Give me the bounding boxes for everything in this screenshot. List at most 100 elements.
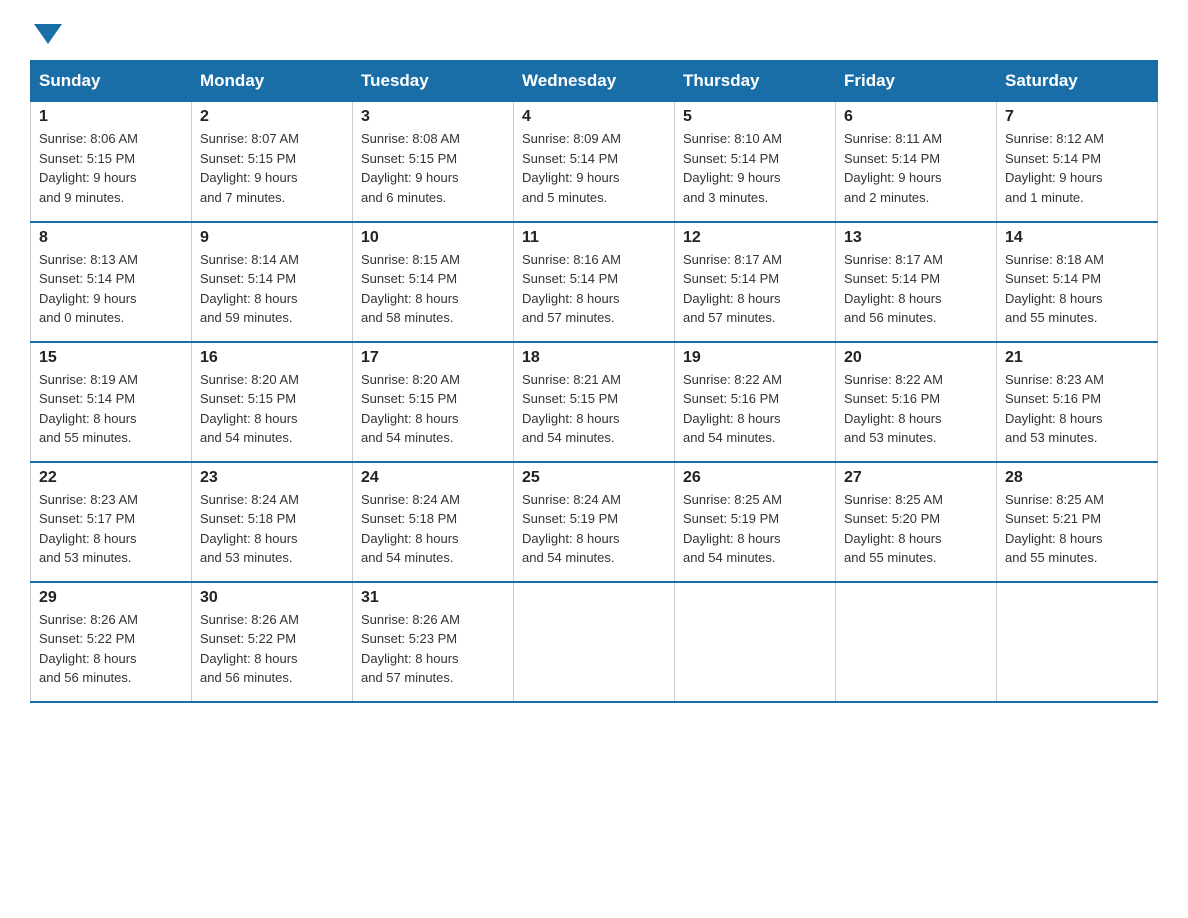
day-number: 9	[200, 229, 344, 247]
day-info: Sunrise: 8:20 AMSunset: 5:15 PMDaylight:…	[200, 370, 344, 448]
calendar-table: SundayMondayTuesdayWednesdayThursdayFrid…	[30, 60, 1158, 703]
calendar-cell: 26 Sunrise: 8:25 AMSunset: 5:19 PMDaylig…	[675, 462, 836, 582]
day-number: 17	[361, 349, 505, 367]
calendar-cell: 21 Sunrise: 8:23 AMSunset: 5:16 PMDaylig…	[997, 342, 1158, 462]
day-number: 1	[39, 108, 183, 126]
header-cell-sunday: Sunday	[31, 61, 192, 102]
day-info: Sunrise: 8:26 AMSunset: 5:23 PMDaylight:…	[361, 610, 505, 688]
day-info: Sunrise: 8:24 AMSunset: 5:19 PMDaylight:…	[522, 490, 666, 568]
day-number: 29	[39, 589, 183, 607]
calendar-cell: 4 Sunrise: 8:09 AMSunset: 5:14 PMDayligh…	[514, 102, 675, 222]
calendar-cell: 2 Sunrise: 8:07 AMSunset: 5:15 PMDayligh…	[192, 102, 353, 222]
day-info: Sunrise: 8:07 AMSunset: 5:15 PMDaylight:…	[200, 129, 344, 207]
page-header	[30, 20, 1158, 40]
calendar-cell: 18 Sunrise: 8:21 AMSunset: 5:15 PMDaylig…	[514, 342, 675, 462]
day-number: 5	[683, 108, 827, 126]
logo	[30, 20, 62, 40]
day-info: Sunrise: 8:26 AMSunset: 5:22 PMDaylight:…	[200, 610, 344, 688]
calendar-cell	[836, 582, 997, 702]
day-info: Sunrise: 8:24 AMSunset: 5:18 PMDaylight:…	[361, 490, 505, 568]
day-info: Sunrise: 8:08 AMSunset: 5:15 PMDaylight:…	[361, 129, 505, 207]
calendar-cell: 31 Sunrise: 8:26 AMSunset: 5:23 PMDaylig…	[353, 582, 514, 702]
day-number: 4	[522, 108, 666, 126]
day-number: 16	[200, 349, 344, 367]
calendar-cell: 17 Sunrise: 8:20 AMSunset: 5:15 PMDaylig…	[353, 342, 514, 462]
day-number: 6	[844, 108, 988, 126]
day-info: Sunrise: 8:22 AMSunset: 5:16 PMDaylight:…	[683, 370, 827, 448]
day-info: Sunrise: 8:16 AMSunset: 5:14 PMDaylight:…	[522, 250, 666, 328]
calendar-cell: 30 Sunrise: 8:26 AMSunset: 5:22 PMDaylig…	[192, 582, 353, 702]
header-cell-thursday: Thursday	[675, 61, 836, 102]
day-info: Sunrise: 8:25 AMSunset: 5:20 PMDaylight:…	[844, 490, 988, 568]
calendar-cell: 7 Sunrise: 8:12 AMSunset: 5:14 PMDayligh…	[997, 102, 1158, 222]
calendar-cell	[514, 582, 675, 702]
header-cell-tuesday: Tuesday	[353, 61, 514, 102]
day-info: Sunrise: 8:25 AMSunset: 5:21 PMDaylight:…	[1005, 490, 1149, 568]
day-number: 25	[522, 469, 666, 487]
calendar-cell: 5 Sunrise: 8:10 AMSunset: 5:14 PMDayligh…	[675, 102, 836, 222]
calendar-cell: 6 Sunrise: 8:11 AMSunset: 5:14 PMDayligh…	[836, 102, 997, 222]
day-info: Sunrise: 8:10 AMSunset: 5:14 PMDaylight:…	[683, 129, 827, 207]
logo-triangle-icon	[34, 24, 62, 44]
calendar-cell: 27 Sunrise: 8:25 AMSunset: 5:20 PMDaylig…	[836, 462, 997, 582]
calendar-cell: 20 Sunrise: 8:22 AMSunset: 5:16 PMDaylig…	[836, 342, 997, 462]
day-info: Sunrise: 8:12 AMSunset: 5:14 PMDaylight:…	[1005, 129, 1149, 207]
calendar-cell: 28 Sunrise: 8:25 AMSunset: 5:21 PMDaylig…	[997, 462, 1158, 582]
day-info: Sunrise: 8:21 AMSunset: 5:15 PMDaylight:…	[522, 370, 666, 448]
day-info: Sunrise: 8:09 AMSunset: 5:14 PMDaylight:…	[522, 129, 666, 207]
day-info: Sunrise: 8:19 AMSunset: 5:14 PMDaylight:…	[39, 370, 183, 448]
week-row-2: 8 Sunrise: 8:13 AMSunset: 5:14 PMDayligh…	[31, 222, 1158, 342]
day-number: 20	[844, 349, 988, 367]
week-row-3: 15 Sunrise: 8:19 AMSunset: 5:14 PMDaylig…	[31, 342, 1158, 462]
calendar-header: SundayMondayTuesdayWednesdayThursdayFrid…	[31, 61, 1158, 102]
day-info: Sunrise: 8:26 AMSunset: 5:22 PMDaylight:…	[39, 610, 183, 688]
day-number: 21	[1005, 349, 1149, 367]
calendar-cell: 22 Sunrise: 8:23 AMSunset: 5:17 PMDaylig…	[31, 462, 192, 582]
day-number: 23	[200, 469, 344, 487]
day-info: Sunrise: 8:25 AMSunset: 5:19 PMDaylight:…	[683, 490, 827, 568]
day-info: Sunrise: 8:17 AMSunset: 5:14 PMDaylight:…	[683, 250, 827, 328]
day-info: Sunrise: 8:23 AMSunset: 5:17 PMDaylight:…	[39, 490, 183, 568]
day-info: Sunrise: 8:13 AMSunset: 5:14 PMDaylight:…	[39, 250, 183, 328]
header-cell-friday: Friday	[836, 61, 997, 102]
day-info: Sunrise: 8:14 AMSunset: 5:14 PMDaylight:…	[200, 250, 344, 328]
day-number: 27	[844, 469, 988, 487]
day-info: Sunrise: 8:22 AMSunset: 5:16 PMDaylight:…	[844, 370, 988, 448]
day-number: 28	[1005, 469, 1149, 487]
header-cell-monday: Monday	[192, 61, 353, 102]
calendar-cell: 14 Sunrise: 8:18 AMSunset: 5:14 PMDaylig…	[997, 222, 1158, 342]
day-number: 12	[683, 229, 827, 247]
day-number: 3	[361, 108, 505, 126]
calendar-cell: 13 Sunrise: 8:17 AMSunset: 5:14 PMDaylig…	[836, 222, 997, 342]
day-info: Sunrise: 8:20 AMSunset: 5:15 PMDaylight:…	[361, 370, 505, 448]
calendar-cell: 23 Sunrise: 8:24 AMSunset: 5:18 PMDaylig…	[192, 462, 353, 582]
calendar-cell	[675, 582, 836, 702]
header-cell-wednesday: Wednesday	[514, 61, 675, 102]
day-number: 8	[39, 229, 183, 247]
calendar-cell: 19 Sunrise: 8:22 AMSunset: 5:16 PMDaylig…	[675, 342, 836, 462]
day-info: Sunrise: 8:23 AMSunset: 5:16 PMDaylight:…	[1005, 370, 1149, 448]
day-number: 19	[683, 349, 827, 367]
calendar-cell: 10 Sunrise: 8:15 AMSunset: 5:14 PMDaylig…	[353, 222, 514, 342]
day-number: 30	[200, 589, 344, 607]
calendar-cell: 11 Sunrise: 8:16 AMSunset: 5:14 PMDaylig…	[514, 222, 675, 342]
day-number: 2	[200, 108, 344, 126]
day-info: Sunrise: 8:24 AMSunset: 5:18 PMDaylight:…	[200, 490, 344, 568]
day-number: 14	[1005, 229, 1149, 247]
week-row-1: 1 Sunrise: 8:06 AMSunset: 5:15 PMDayligh…	[31, 102, 1158, 222]
day-info: Sunrise: 8:18 AMSunset: 5:14 PMDaylight:…	[1005, 250, 1149, 328]
week-row-5: 29 Sunrise: 8:26 AMSunset: 5:22 PMDaylig…	[31, 582, 1158, 702]
calendar-cell: 15 Sunrise: 8:19 AMSunset: 5:14 PMDaylig…	[31, 342, 192, 462]
day-number: 13	[844, 229, 988, 247]
calendar-cell: 16 Sunrise: 8:20 AMSunset: 5:15 PMDaylig…	[192, 342, 353, 462]
day-number: 10	[361, 229, 505, 247]
day-number: 22	[39, 469, 183, 487]
day-info: Sunrise: 8:17 AMSunset: 5:14 PMDaylight:…	[844, 250, 988, 328]
day-number: 24	[361, 469, 505, 487]
day-number: 31	[361, 589, 505, 607]
calendar-cell: 3 Sunrise: 8:08 AMSunset: 5:15 PMDayligh…	[353, 102, 514, 222]
day-number: 11	[522, 229, 666, 247]
header-cell-saturday: Saturday	[997, 61, 1158, 102]
day-info: Sunrise: 8:15 AMSunset: 5:14 PMDaylight:…	[361, 250, 505, 328]
day-number: 18	[522, 349, 666, 367]
